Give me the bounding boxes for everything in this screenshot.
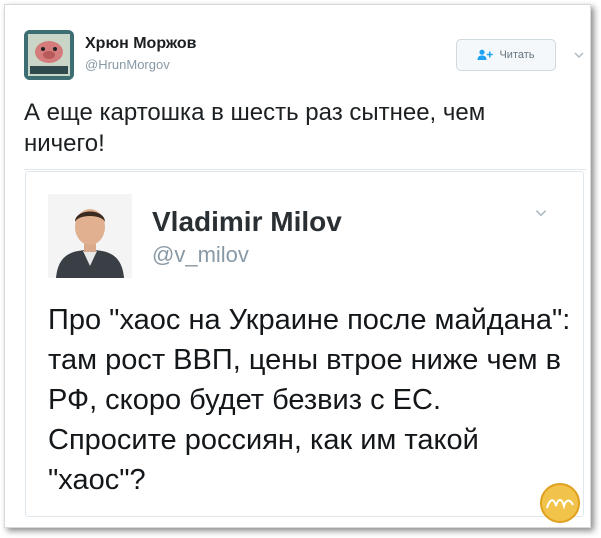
tweet-card: Хрюн Моржов @HrunMorgov Читать А еще кар… — [4, 4, 591, 528]
follow-label: Читать — [499, 49, 535, 61]
follow-button[interactable]: Читать — [456, 39, 556, 71]
quoted-tweet[interactable]: Vladimir Milov @v_milov Про "хаос на Укр… — [25, 171, 584, 517]
watermark-glyph — [546, 499, 574, 510]
author-handle[interactable]: @HrunMorgov — [85, 57, 170, 72]
quoted-author-handle[interactable]: @v_milov — [152, 242, 249, 268]
quoted-tweet-text: Про "хаос на Украине после майдана": там… — [48, 304, 571, 496]
chevron-down-icon[interactable] — [573, 49, 585, 61]
author-name[interactable]: Хрюн Моржов — [85, 35, 196, 53]
divider — [24, 169, 586, 170]
person-photo — [48, 194, 132, 278]
add-user-icon — [477, 49, 494, 60]
watermark-logo — [540, 483, 580, 523]
quoted-author-avatar[interactable] — [48, 194, 132, 278]
tweet-text: А еще картошка в шесть раз сытнее, чем н… — [24, 99, 486, 157]
quoted-chevron-down-icon[interactable] — [534, 206, 548, 220]
author-avatar[interactable] — [24, 30, 74, 80]
quoted-author-name[interactable]: Vladimir Milov — [152, 206, 342, 238]
pig-avatar-image — [24, 30, 74, 80]
